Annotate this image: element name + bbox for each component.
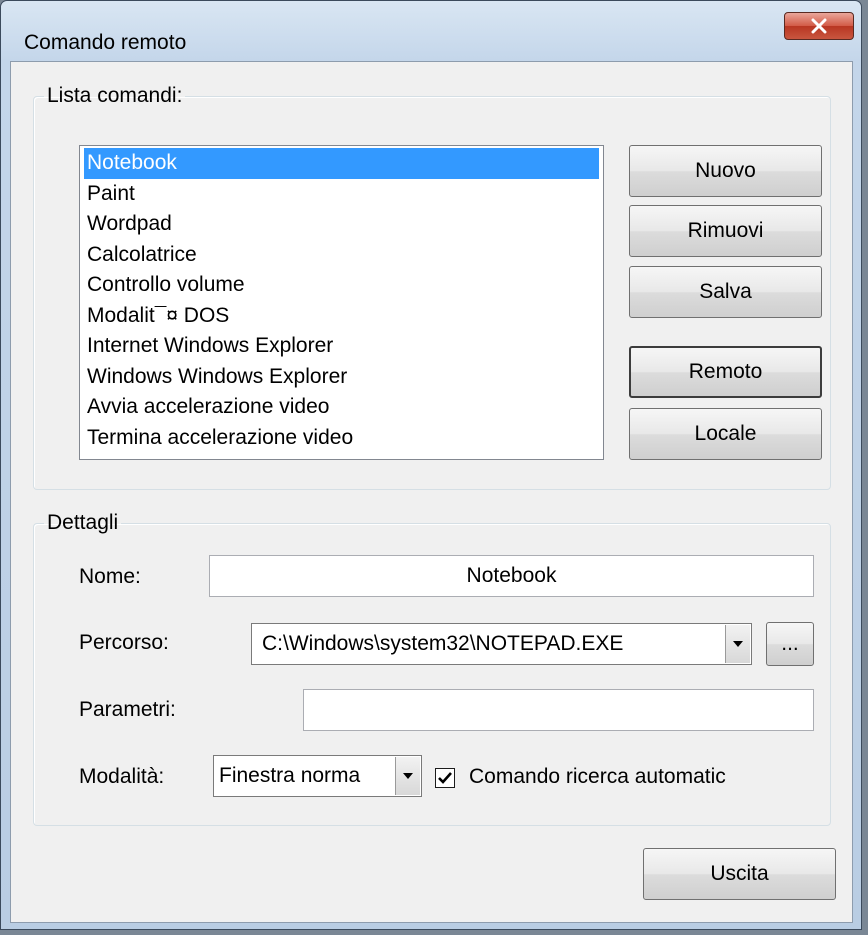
commands-listbox[interactable]: Notebook Paint Wordpad Calcolatrice Controll… <box>79 145 604 460</box>
list-item[interactable]: Avvia accelerazione video <box>84 392 599 423</box>
list-item[interactable]: Notebook <box>84 148 599 179</box>
list-item[interactable]: Calcolatrice <box>84 240 599 271</box>
details-group-legend: Dettagli <box>47 511 119 534</box>
list-item[interactable]: Paint <box>84 179 599 210</box>
chevron-down-icon <box>403 773 413 779</box>
close-icon <box>811 18 827 34</box>
mode-label: Modalità: <box>79 765 165 788</box>
browse-button[interactable]: ... <box>766 622 814 666</box>
checkmark-icon <box>438 772 452 784</box>
dialog-window: Comando remoto Lista comandi: Notebook Pa… <box>0 0 862 930</box>
list-item[interactable]: Modalit¯¤ DOS <box>84 301 599 332</box>
local-button[interactable]: Locale <box>629 408 822 460</box>
remove-button[interactable]: Rimuovi <box>629 205 822 257</box>
remote-button[interactable]: Remoto <box>629 346 822 398</box>
name-field[interactable]: Notebook <box>209 555 814 597</box>
exit-button[interactable]: Uscita <box>643 848 836 900</box>
mode-dropdown-button[interactable] <box>395 757 420 795</box>
mode-combobox[interactable]: Finestra norma <box>213 755 422 797</box>
dialog-client-area: Lista comandi: Notebook Paint Wordpad Calco… <box>10 61 853 923</box>
window-title: Comando remoto <box>24 31 187 54</box>
path-combobox[interactable]: C:\Windows\system32\NOTEPAD.EXE <box>251 623 752 665</box>
list-item[interactable]: Windows Windows Explorer <box>84 362 599 393</box>
name-label: Nome: <box>79 565 141 588</box>
path-value: C:\Windows\system32\NOTEPAD.EXE <box>262 632 624 655</box>
chevron-down-icon <box>733 641 743 647</box>
auto-search-label: Comando ricerca automatic <box>469 765 726 788</box>
mode-value: Finestra norma <box>219 764 361 787</box>
list-item[interactable]: Internet Windows Explorer <box>84 331 599 362</box>
list-item[interactable]: Wordpad <box>84 209 599 240</box>
path-dropdown-button[interactable] <box>725 625 750 663</box>
list-item[interactable]: Termina accelerazione video <box>84 423 599 454</box>
new-button[interactable]: Nuovo <box>629 145 822 197</box>
params-field[interactable] <box>303 689 814 731</box>
params-label: Parametri: <box>79 698 176 721</box>
list-item[interactable]: Controllo volume <box>84 270 599 301</box>
close-button[interactable] <box>784 12 854 40</box>
auto-search-checkbox[interactable] <box>435 768 455 788</box>
commands-group-legend: Lista comandi: <box>47 84 183 107</box>
path-label: Percorso: <box>79 631 169 654</box>
save-button[interactable]: Salva <box>629 266 822 318</box>
